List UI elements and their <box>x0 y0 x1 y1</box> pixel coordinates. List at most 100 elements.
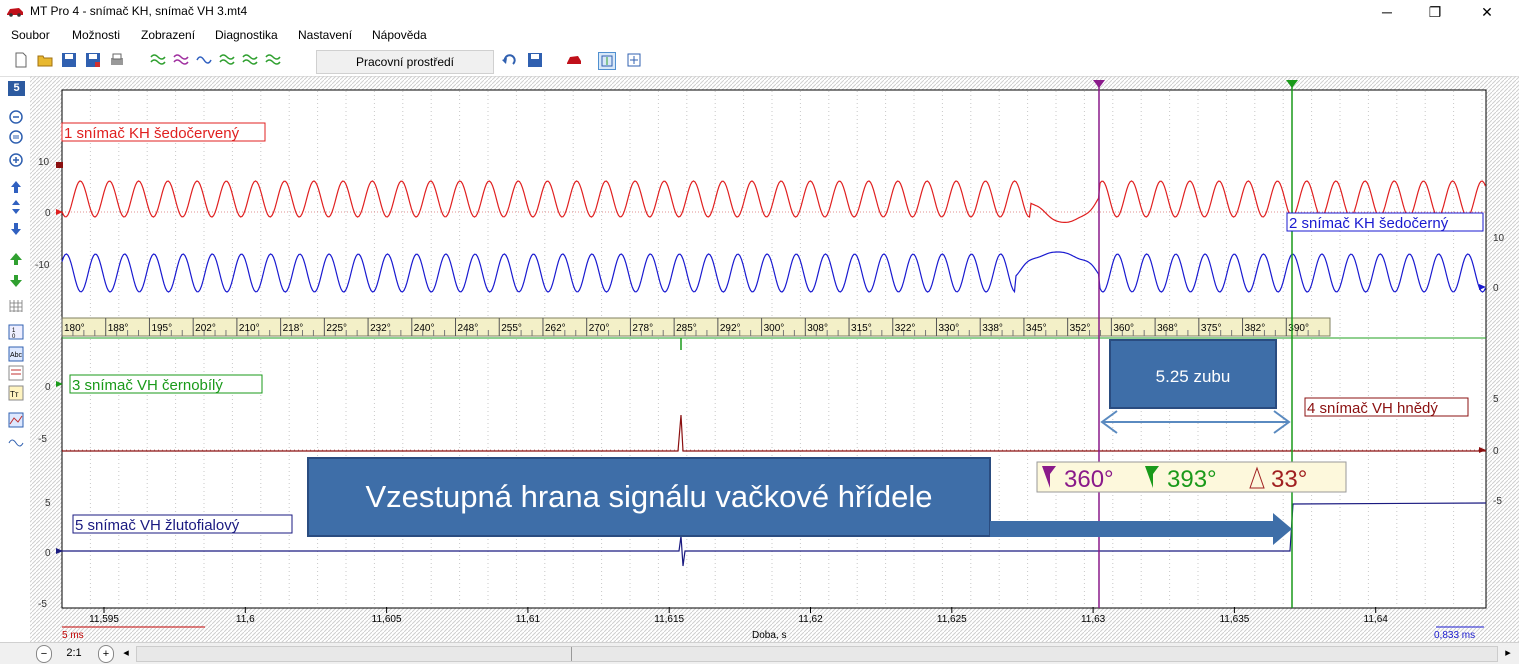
app-car-icon <box>7 8 23 17</box>
workspace-select[interactable]: Pracovní prostředí <box>316 50 494 74</box>
time-scale-right: 0,833 ms <box>1434 630 1475 641</box>
x-tick-label: 11,605 <box>372 614 402 625</box>
ruler-tick-label: 292° <box>720 323 741 334</box>
x-tick-label: 11,62 <box>798 614 823 625</box>
auto-scale-icon[interactable] <box>598 52 616 70</box>
ruler-tick-label: 345° <box>1026 323 1047 334</box>
scale-ch1-0: 0 <box>45 208 51 219</box>
scale-ch4-m5: -5 <box>1493 496 1502 507</box>
channel-4-label: 4 snímač VH hnědý <box>1307 400 1438 417</box>
ruler-tick-label: 308° <box>807 323 828 334</box>
ruler-tick-label: 225° <box>326 323 347 334</box>
cursor-1-readout: 360° <box>1064 466 1114 493</box>
x-tick-label: 11,61 <box>516 614 541 625</box>
scroll-left-icon[interactable]: ◂ <box>120 645 132 661</box>
title-bar: MT Pro 4 - snímač KH, snímač VH 3.mt4 ─ … <box>0 0 1519 24</box>
window-title: MT Pro 4 - snímač KH, snímač VH 3.mt4 <box>30 4 248 18</box>
scale-ch5-0: 0 <box>45 548 51 559</box>
channel-2-label: 2 snímač KH šedočerný <box>1289 215 1449 232</box>
scale-ch5-5: 5 <box>45 498 51 509</box>
ruler-tick-label: 382° <box>1245 323 1266 334</box>
minimize-button[interactable]: ─ <box>1372 2 1402 22</box>
new-file-icon[interactable] <box>13 52 29 68</box>
signal-wave-icon-2[interactable] <box>173 52 189 68</box>
scale-ch4-0: 0 <box>1493 446 1499 457</box>
zoom-ratio: 2:1 <box>66 647 82 659</box>
save-as-icon[interactable] <box>85 52 101 68</box>
x-tick-label: 11,6 <box>236 614 255 625</box>
undo-icon[interactable] <box>501 52 517 68</box>
scale-ch3-m5: -5 <box>38 434 47 445</box>
toolbar <box>0 46 1519 77</box>
ruler-tick-label: 315° <box>851 323 872 334</box>
ruler-tick-label: 188° <box>108 323 129 334</box>
ruler-tick-label: 368° <box>1157 323 1178 334</box>
ruler-tick-label: 240° <box>414 323 435 334</box>
rising-edge-callout: Vzestupná hrana signálu vačkové hřídele <box>366 479 933 514</box>
scale-ch4-5: 5 <box>1493 394 1499 405</box>
zoom-out-status-icon[interactable]: − <box>36 645 52 663</box>
menu-soubor[interactable]: Soubor <box>11 28 50 42</box>
menu-moznosti[interactable]: Možnosti <box>72 28 120 42</box>
restore-button[interactable]: ❐ <box>1420 2 1450 22</box>
ruler-tick-label: 360° <box>1113 323 1134 334</box>
ruler-tick-label: 278° <box>632 323 653 334</box>
zoom-in-status-icon[interactable]: + <box>98 645 114 663</box>
delta-readout: 33° <box>1271 466 1307 493</box>
x-tick-label: 11,615 <box>654 614 684 625</box>
ruler-tick-label: 352° <box>1070 323 1091 334</box>
x-tick-label: 11,63 <box>1081 614 1106 625</box>
ruler-tick-label: 232° <box>370 323 391 334</box>
oscilloscope-plot[interactable]: 180° 188° 195° 202° 210° 218° 225° 232° 240° 248°… <box>0 76 1519 648</box>
menu-bar: Soubor Možnosti Zobrazení Diagnostika Na… <box>0 24 1519 46</box>
scale-ch2-10: 10 <box>1493 233 1505 244</box>
menu-zobrazeni[interactable]: Zobrazení <box>141 28 195 42</box>
ruler-tick-label: 248° <box>458 323 479 334</box>
ruler-tick-label: 180° <box>64 323 85 334</box>
ruler-tick-label: 255° <box>501 323 522 334</box>
ruler-tick-label: 338° <box>982 323 1003 334</box>
teeth-count-label: 5.25 zubu <box>1156 367 1231 386</box>
car-icon[interactable] <box>566 52 582 68</box>
ruler-tick-label: 262° <box>545 323 566 334</box>
signal-wave-icon-6[interactable] <box>265 52 281 68</box>
ruler-tick-label: 210° <box>239 323 260 334</box>
close-button[interactable]: ✕ <box>1472 2 1502 22</box>
horizontal-scrollbar[interactable] <box>136 646 1498 662</box>
fit-icon[interactable] <box>626 52 642 68</box>
ruler-tick-label: 285° <box>676 323 697 334</box>
scale-ch2-0: 0 <box>1493 283 1499 294</box>
print-icon[interactable] <box>109 52 125 68</box>
scale-ch5-m5: -5 <box>38 599 47 610</box>
channel-5-label: 5 snímač VH žlutofialový <box>75 517 240 534</box>
channel-1-label: 1 snímač KH šedočervený <box>64 125 240 142</box>
scale-ch3-0: 0 <box>45 382 51 393</box>
signal-wave-icon-5[interactable] <box>242 52 258 68</box>
cursor-2-readout: 393° <box>1167 466 1217 493</box>
ruler-tick-label: 300° <box>764 323 785 334</box>
ruler-tick-label: 330° <box>938 323 959 334</box>
open-folder-icon[interactable] <box>37 52 53 68</box>
save-workspace-icon[interactable] <box>527 52 543 68</box>
x-tick-label: 11,64 <box>1364 614 1389 625</box>
ruler-tick-label: 195° <box>151 323 172 334</box>
x-tick-label: 11,625 <box>937 614 967 625</box>
save-icon[interactable] <box>61 52 77 68</box>
menu-diagnostika[interactable]: Diagnostika <box>215 28 278 42</box>
ruler-tick-label: 202° <box>195 323 216 334</box>
ruler-tick-label: 218° <box>283 323 304 334</box>
ruler-tick-label: 375° <box>1201 323 1222 334</box>
signal-wave-icon-1[interactable] <box>150 52 166 68</box>
ruler-tick-label: 322° <box>895 323 916 334</box>
scale-ch1-10: 10 <box>38 157 50 168</box>
signal-wave-icon-4[interactable] <box>219 52 235 68</box>
time-scale-left: 5 ms <box>62 630 84 641</box>
menu-napoveda[interactable]: Nápověda <box>372 28 427 42</box>
scroll-right-icon[interactable]: ▸ <box>1502 645 1514 661</box>
channel-3-label: 3 snímač VH černobílý <box>72 377 223 394</box>
x-tick-label: 11,635 <box>1219 614 1249 625</box>
x-tick-label: 11,595 <box>89 614 119 625</box>
menu-nastaveni[interactable]: Nastavení <box>298 28 352 42</box>
signal-wave-icon-3[interactable] <box>196 52 212 68</box>
ruler-tick-label: 270° <box>589 323 610 334</box>
